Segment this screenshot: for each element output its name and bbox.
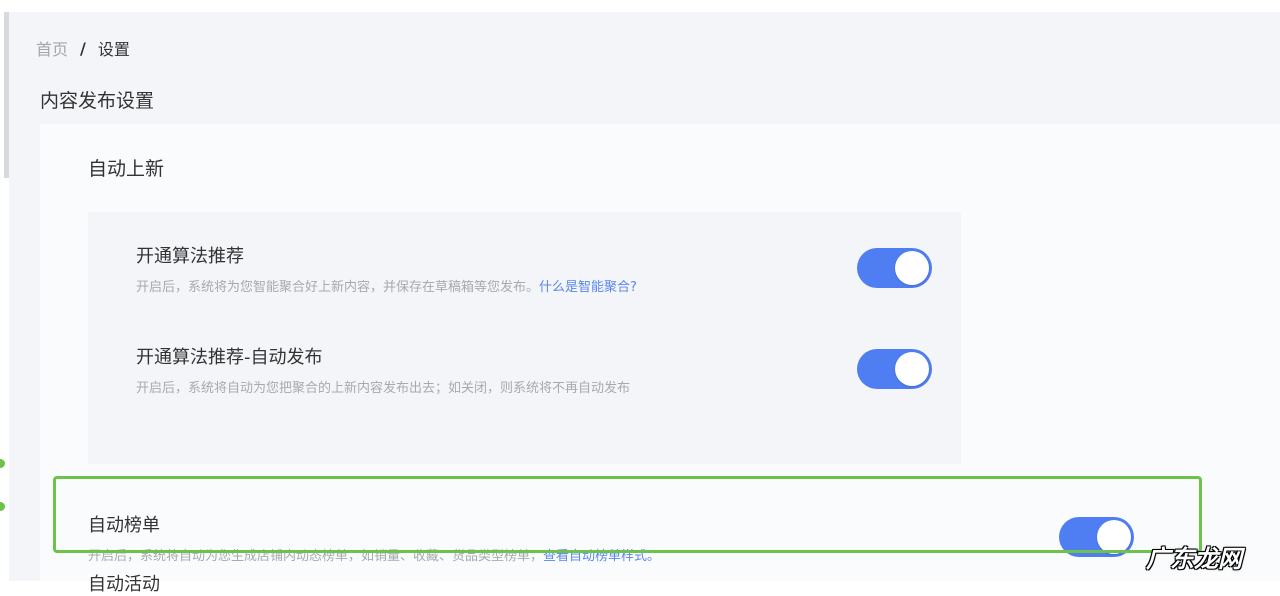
breadcrumb-separator: / <box>80 38 86 58</box>
annotation-dot <box>0 502 5 511</box>
setting-title-auto-publish: 开通算法推荐-自动发布 <box>136 347 323 368</box>
setting-desc-auto-publish: 开启后，系统将自动为您把聚合的上新内容发布出去；如关闭，则系统将不再自动发布 <box>136 381 631 396</box>
breadcrumb: 首页 / 设置 <box>36 36 130 60</box>
breadcrumb-current: 设置 <box>97 40 130 59</box>
setting-desc-auto-ranking: 开启后，系统将自动为您生成店铺内动态榜单，如销量、收藏、货品类型榜单，查看自动榜… <box>88 545 660 564</box>
toggle-knob <box>895 352 929 386</box>
setting-title-algorithm-recommend: 开通算法推荐 <box>136 246 244 267</box>
auto-new-settings-panel: 开通算法推荐 开启后，系统将为您智能聚合好上新内容，并保存在草稿箱等您发布。什么… <box>88 212 961 464</box>
page-title: 内容发布设置 <box>40 90 155 112</box>
section-title-auto-activity: 自动活动 <box>88 574 160 595</box>
setting-desc-text: 开启后，系统将自动为您生成店铺内动态榜单，如销量、收藏、货品类型榜单， <box>88 549 544 564</box>
view-ranking-style-link[interactable]: 查看自动榜单样式。 <box>543 549 660 564</box>
smart-aggregation-help-link[interactable]: 什么是智能聚合? <box>539 280 637 295</box>
section-title-auto-new: 自动上新 <box>88 158 165 180</box>
top-strip <box>0 0 1280 12</box>
algorithm-recommend-toggle[interactable] <box>857 248 932 288</box>
setting-title-auto-ranking: 自动榜单 <box>88 515 160 536</box>
annotation-dot <box>0 459 5 468</box>
toggle-knob <box>1097 520 1131 554</box>
main-content: 首页 / 设置 内容发布设置 自动上新 开通算法推荐 开启后，系统将为您智能聚合… <box>9 12 1280 581</box>
setting-desc-algorithm-recommend: 开启后，系统将为您智能聚合好上新内容，并保存在草稿箱等您发布。什么是智能聚合? <box>136 276 637 295</box>
toggle-knob <box>895 251 929 285</box>
breadcrumb-home-link[interactable]: 首页 <box>36 36 68 60</box>
watermark-logo: 广东龙网 <box>1146 544 1242 573</box>
auto-publish-toggle[interactable] <box>857 349 932 389</box>
settings-card: 自动上新 开通算法推荐 开启后，系统将为您智能聚合好上新内容，并保存在草稿箱等您… <box>40 124 1280 581</box>
auto-ranking-toggle[interactable] <box>1059 517 1134 557</box>
setting-desc-text: 开启后，系统将为您智能聚合好上新内容，并保存在草稿箱等您发布。 <box>136 280 540 295</box>
